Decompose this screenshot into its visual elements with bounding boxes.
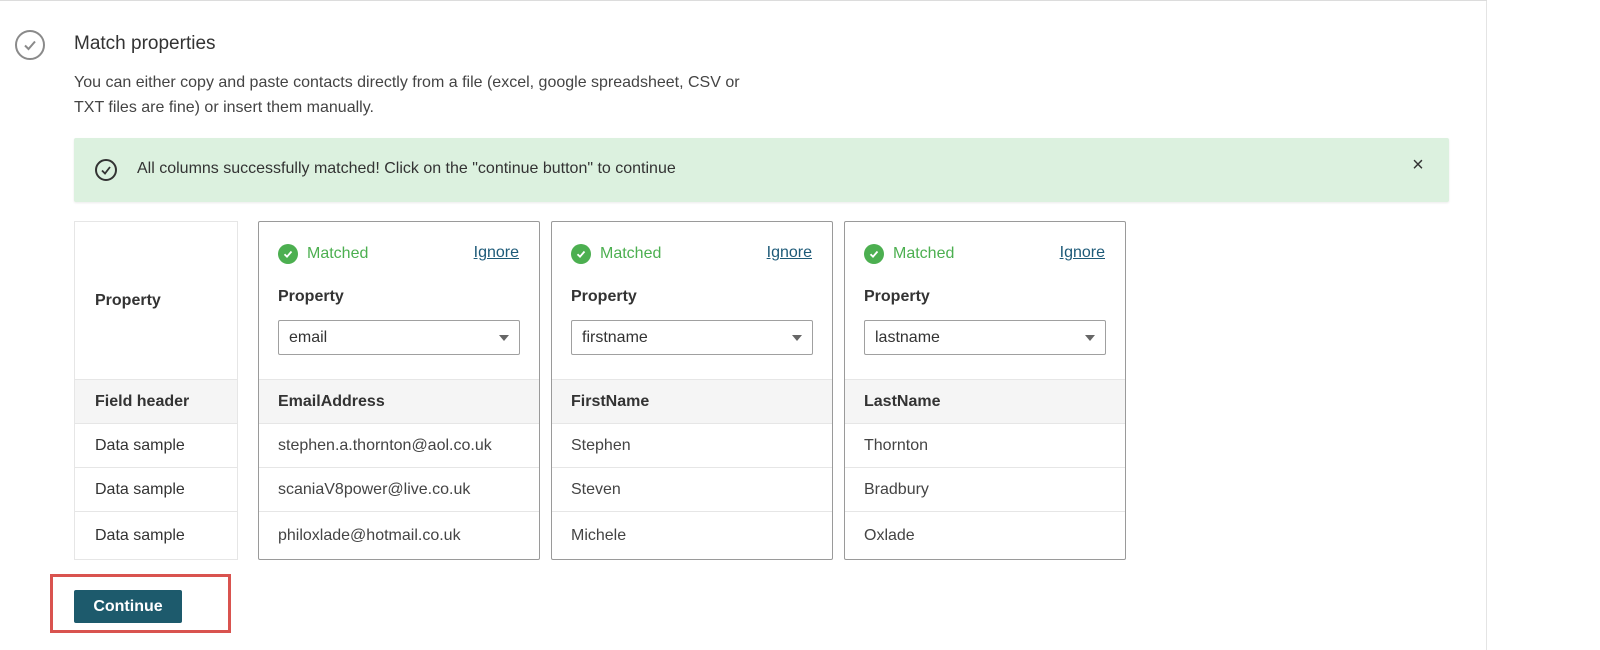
- field-header-cell: EmailAddress: [259, 379, 539, 423]
- property-select[interactable]: email: [278, 320, 520, 355]
- matched-status: Matched: [278, 244, 368, 264]
- matched-status: Matched: [571, 244, 661, 264]
- data-sample-cell: Bradbury: [845, 467, 1125, 511]
- data-sample-cell: scaniaV8power@live.co.uk: [259, 467, 539, 511]
- data-sample-row-label: Data sample: [75, 423, 237, 467]
- check-circle-icon: [95, 159, 117, 181]
- caret-down-icon: [499, 335, 509, 341]
- check-circle-icon: [15, 30, 45, 60]
- data-sample-row-label: Data sample: [75, 511, 237, 559]
- step-description: You can either copy and paste contacts d…: [74, 74, 740, 116]
- field-header-row-label: Field header: [75, 379, 237, 423]
- data-sample-cell: Michele: [552, 511, 832, 559]
- field-header-cell: LastName: [845, 379, 1125, 423]
- match-column-email: Matched Ignore Property email EmailAddre…: [258, 221, 540, 560]
- check-circle-icon: [864, 244, 884, 264]
- continue-button[interactable]: Continue: [74, 590, 182, 623]
- top-divider: [0, 0, 1487, 1]
- match-column-firstname: Matched Ignore Property firstname FirstN…: [551, 221, 833, 560]
- row-labels-column: Property Field header Data sample Data s…: [74, 221, 238, 560]
- step-title: Match properties: [74, 33, 216, 54]
- property-select-value: email: [289, 328, 328, 346]
- property-row-label: Property: [95, 291, 161, 309]
- data-sample-cell: stephen.a.thornton@aol.co.uk: [259, 423, 539, 467]
- main-panel: Match properties You can either copy and…: [0, 0, 1487, 650]
- alert-message: All columns successfully matched! Click …: [137, 160, 676, 177]
- property-label: Property: [864, 288, 930, 305]
- property-select[interactable]: firstname: [571, 320, 813, 355]
- matched-label: Matched: [893, 245, 955, 262]
- success-alert: All columns successfully matched! Click …: [74, 138, 1449, 202]
- property-label: Property: [571, 288, 637, 305]
- check-circle-icon: [278, 244, 298, 264]
- matched-status: Matched: [864, 244, 954, 264]
- data-sample-cell: Stephen: [552, 423, 832, 467]
- ignore-link[interactable]: Ignore: [1060, 244, 1105, 262]
- match-column-lastname: Matched Ignore Property lastname LastNam…: [844, 221, 1126, 560]
- data-sample-cell: Thornton: [845, 423, 1125, 467]
- data-sample-cell: Oxlade: [845, 511, 1125, 559]
- caret-down-icon: [792, 335, 802, 341]
- close-icon[interactable]: ×: [1407, 154, 1429, 176]
- property-label: Property: [278, 288, 344, 305]
- property-select-value: lastname: [875, 328, 940, 346]
- matched-label: Matched: [307, 245, 369, 262]
- data-sample-cell: philoxlade@hotmail.co.uk: [259, 511, 539, 559]
- ignore-link[interactable]: Ignore: [767, 244, 812, 262]
- data-sample-cell: Steven: [552, 467, 832, 511]
- property-select-value: firstname: [582, 328, 648, 346]
- matched-label: Matched: [600, 245, 662, 262]
- property-select[interactable]: lastname: [864, 320, 1106, 355]
- data-sample-row-label: Data sample: [75, 467, 237, 511]
- check-circle-icon: [571, 244, 591, 264]
- ignore-link[interactable]: Ignore: [474, 244, 519, 262]
- field-header-cell: FirstName: [552, 379, 832, 423]
- caret-down-icon: [1085, 335, 1095, 341]
